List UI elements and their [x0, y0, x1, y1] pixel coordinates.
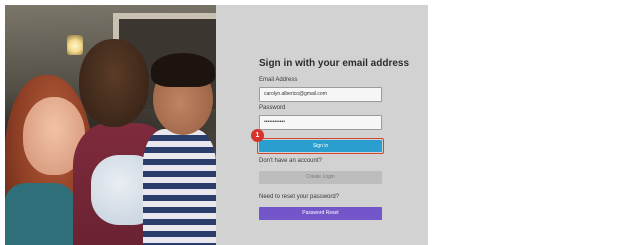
signin-screen: Sign in with your email address Email Ad…	[5, 5, 428, 245]
signin-panel: Sign in with your email address Email Ad…	[216, 5, 428, 245]
photo-lamp	[67, 35, 83, 55]
photo-woman-top	[5, 183, 75, 245]
page-title: Sign in with your email address	[259, 58, 410, 69]
photo-baby-body	[143, 129, 216, 245]
create-login-button[interactable]: Create Login	[259, 171, 382, 184]
email-field[interactable]: carolyn.alberico@gmail.com	[259, 87, 382, 102]
password-label: Password	[259, 105, 286, 111]
signin-button[interactable]: Sign in	[259, 140, 382, 152]
password-reset-button[interactable]: Password Reset	[259, 207, 382, 220]
no-account-text: Don't have an account?	[259, 158, 322, 164]
step-badge: 1	[251, 129, 264, 142]
photo-baby-hair	[151, 53, 215, 87]
password-field[interactable]: ••••••••••••	[259, 115, 382, 130]
family-photo	[5, 5, 216, 245]
photo-man-head	[79, 39, 149, 127]
reset-password-text: Need to reset your password?	[259, 194, 340, 200]
email-label: Email Address	[259, 77, 298, 83]
